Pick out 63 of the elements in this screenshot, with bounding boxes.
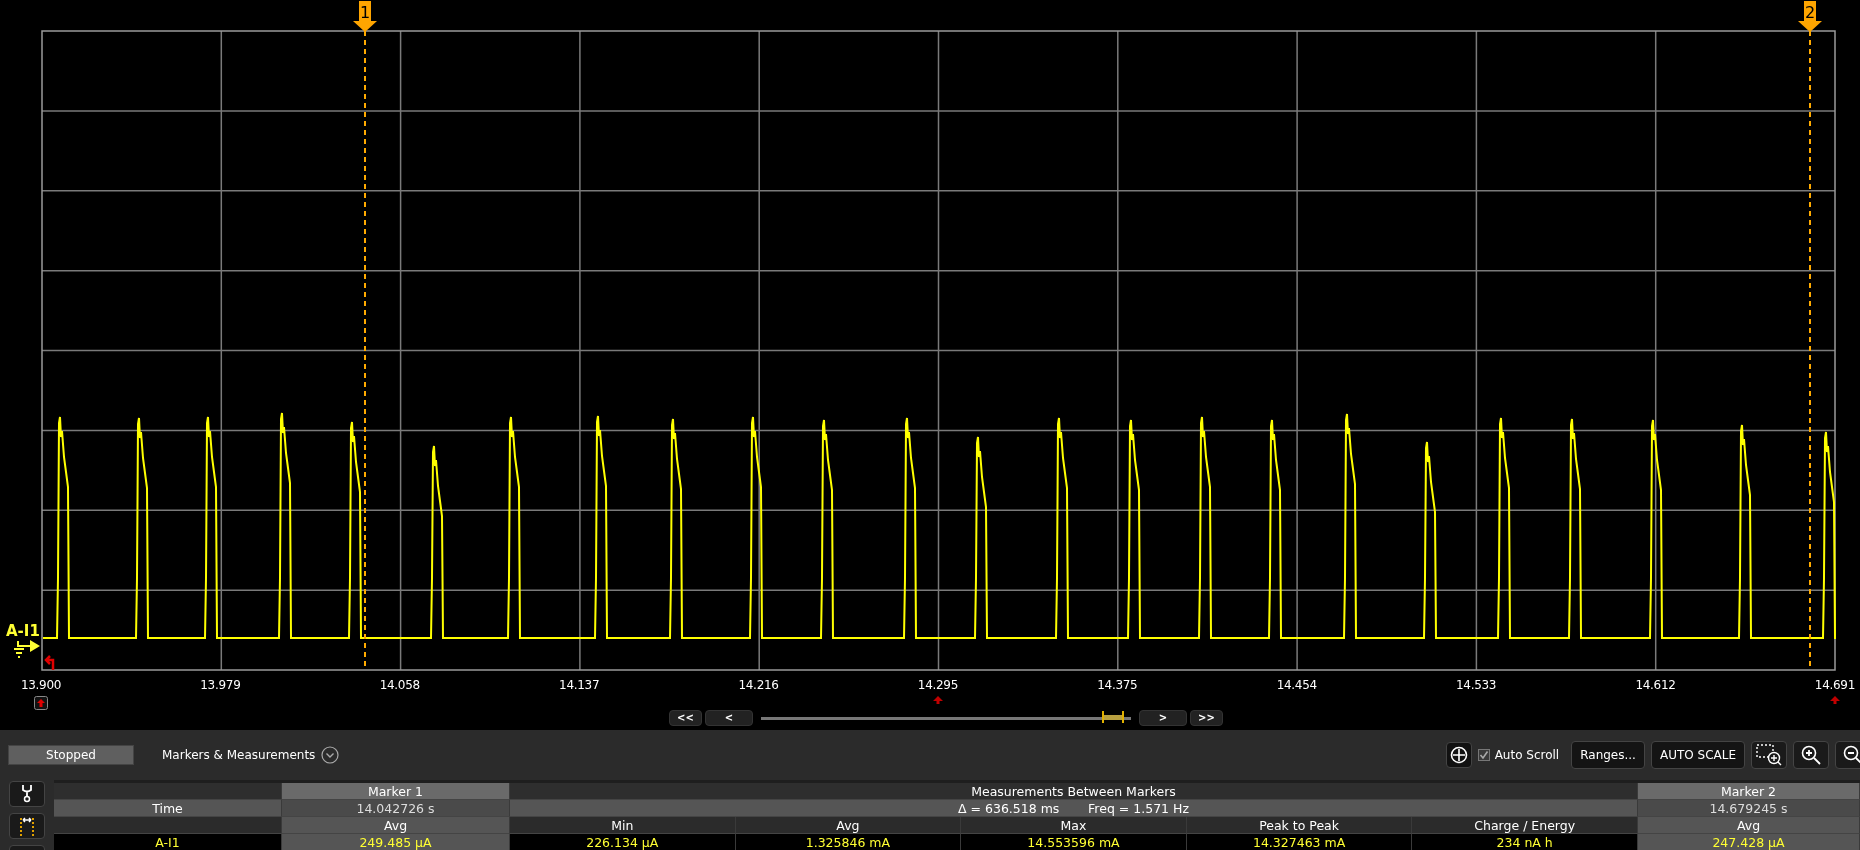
zoom-in-button[interactable] [1793, 741, 1829, 769]
panel-title: Markers & Measurements [162, 748, 316, 762]
table-cell: 247.428 µA [1638, 834, 1860, 850]
column-header: Charge / Energy [1412, 817, 1638, 834]
toolbar-button[interactable]: AUTO SCALE [1650, 741, 1745, 769]
ground-icon [13, 640, 40, 658]
scroll-button[interactable]: < [705, 710, 753, 726]
time-scroll-slider[interactable] [761, 710, 1131, 726]
status-label: Stopped [8, 745, 134, 765]
row-label: Time [54, 800, 282, 817]
marker-flag[interactable]: 1 [353, 1, 377, 32]
chevron-down-icon[interactable] [321, 746, 340, 764]
trigger-arrow-icon [1829, 696, 1840, 704]
column-header: Measurements Between Markers [510, 783, 1638, 800]
table-cell: Δ = 636.518 ms Freq = 1.571 Hz [510, 800, 1638, 817]
column-header: Avg [282, 817, 510, 834]
axis-tick-label: 14.216 [737, 678, 780, 692]
checkbox-label: Auto Scroll [1494, 748, 1560, 762]
axis-tick-label: 14.058 [378, 678, 421, 692]
checkmark-icon [1478, 750, 1489, 760]
table-cell: 14.327463 mA [1186, 834, 1413, 850]
zoom-in-icon [1800, 744, 1822, 766]
scroll-button[interactable]: >> [1190, 710, 1223, 726]
axis-tick-label: 14.375 [1096, 678, 1139, 692]
row-label: A-I1 [54, 834, 282, 850]
trigger-icon [44, 654, 55, 672]
column-header: Peak to Peak [1186, 817, 1413, 834]
column-header: Max [961, 817, 1187, 834]
side-tool-button[interactable] [9, 781, 45, 807]
axis-tick-label: 14.691 [1813, 678, 1856, 692]
axis-tick-label: 14.612 [1634, 678, 1677, 692]
table-cell: 226.134 µA [510, 834, 736, 850]
axis-tick-label: 14.137 [558, 678, 601, 692]
column-header: Marker 2 [1638, 783, 1860, 800]
channel-label: A-I1 [6, 622, 40, 640]
column-header: Marker 1 [282, 783, 510, 800]
crosshair-plus-icon [1449, 746, 1468, 764]
table-cell: 1.325846 mA [735, 834, 962, 850]
table-cell: 234 nA h [1412, 834, 1638, 850]
axis-tick-label: 13.979 [199, 678, 242, 692]
column-header: Avg [1638, 817, 1860, 834]
table-cell: 14.553596 mA [961, 834, 1187, 850]
scroll-button[interactable]: << [669, 710, 702, 726]
axis-tick-label: 14.295 [916, 678, 960, 692]
side-tool-button[interactable] [9, 813, 45, 839]
axis-tick-label: 13.900 [19, 678, 63, 692]
column-header: Min [510, 817, 736, 834]
auto-scroll-checkbox[interactable] [1477, 749, 1490, 761]
add-marker-button[interactable] [1445, 742, 1472, 768]
marker-flag[interactable]: 2 [1798, 1, 1822, 32]
zoom-area-button[interactable] [1751, 741, 1787, 769]
trigger-arrow-icon [932, 696, 943, 704]
zoom-box-icon [1756, 744, 1782, 766]
column-header: Avg [735, 817, 962, 834]
table-cell: 249.485 µA [282, 834, 510, 850]
table-cell: 14.042726 s [282, 800, 510, 817]
axis-tick-label: 14.454 [1275, 678, 1318, 692]
table-cell: 14.679245 s [1638, 800, 1860, 817]
axis-tick-label: 14.533 [1455, 678, 1498, 692]
trigger-button-icon[interactable] [34, 696, 48, 710]
toolbar-button[interactable]: Ranges... [1571, 741, 1645, 769]
scroll-button[interactable]: > [1139, 710, 1187, 726]
zoom-out-icon [1842, 744, 1860, 766]
